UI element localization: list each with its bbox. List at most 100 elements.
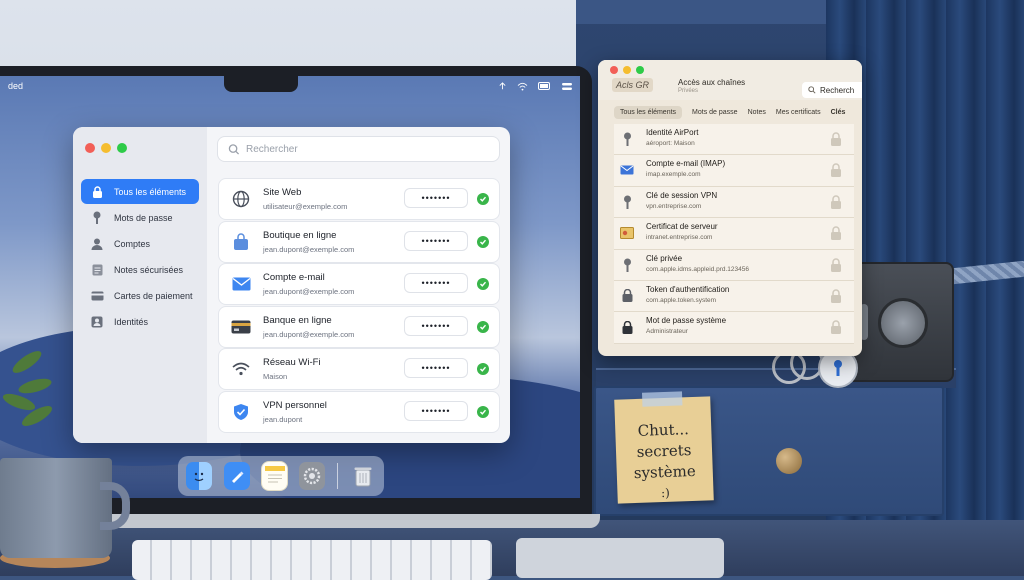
lock-icon	[90, 185, 104, 199]
minimize-button[interactable]	[623, 66, 631, 74]
item-title: VPN personnel	[263, 399, 327, 411]
wifi-icon[interactable]	[517, 82, 528, 91]
trackpad	[516, 538, 724, 578]
sidebar-item-payment-cards[interactable]: Cartes de paiement	[81, 283, 199, 308]
lock-icon	[831, 289, 841, 303]
keychain-item-detail: intranet.entreprise.com	[646, 234, 713, 242]
dock-separator	[337, 463, 339, 489]
keychain-search-input[interactable]: Recherch	[802, 82, 862, 98]
battery-icon[interactable]	[538, 81, 552, 90]
keychain-item[interactable]: Certificat de serveur intranet.entrepris…	[614, 218, 854, 250]
leaf	[9, 347, 45, 377]
tab-notes[interactable]: Notes	[748, 109, 766, 116]
zoom-button[interactable]	[117, 143, 127, 153]
tab-all-items[interactable]: Tous les éléments	[614, 106, 683, 119]
item-username: jean.dupont@exemple.com	[263, 287, 355, 297]
keychain-item[interactable]: Mot de passe système Administrateur	[614, 312, 854, 344]
item-title: Réseau Wi-Fi	[263, 357, 321, 369]
globe-icon	[231, 189, 251, 209]
tab-my-certificates[interactable]: Mes certificats	[776, 109, 821, 116]
menu-bar-status-icons	[498, 81, 572, 91]
search-input[interactable]: Rechercher	[218, 137, 499, 161]
certificate-icon	[620, 226, 634, 240]
sidebar-list: Tous les éléments Mots de passe Comptes …	[81, 179, 199, 335]
keychain-item[interactable]: Clé privée com.apple.idms.appleid.prd.12…	[614, 249, 854, 281]
zoom-button[interactable]	[636, 66, 644, 74]
item-title: Banque en ligne	[263, 314, 332, 326]
checkmark-icon	[477, 235, 489, 248]
sticky-line: :)	[660, 485, 671, 501]
keychain-item-title: Identité AirPort	[646, 128, 699, 137]
pen-app-icon[interactable]	[223, 462, 250, 490]
system-settings-icon[interactable]	[299, 462, 326, 490]
notes-icon[interactable]	[261, 462, 288, 490]
dock	[178, 456, 384, 496]
control-center-icon[interactable]	[562, 82, 572, 91]
keychain-item[interactable]: Clé de session VPN vpn.entreprise.com	[614, 186, 854, 219]
keyboard	[132, 540, 492, 580]
item-list: Site Web utilisateur@exemple.com •••••••…	[219, 179, 499, 435]
list-item-email-account[interactable]: Compte e-mail jean.dupont@exemple.com ••…	[219, 264, 499, 305]
list-item-online-bank[interactable]: Banque en ligne jean.dupont@exemple.com …	[219, 306, 499, 347]
list-item-online-shop[interactable]: Boutique en ligne jean.dupont@exemple.co…	[219, 221, 499, 262]
sidebar-item-secure-notes[interactable]: Notes sécurisées	[81, 257, 199, 282]
keychain-logo: Acls GR	[612, 78, 654, 92]
keychain-search-label: Recherch	[820, 85, 855, 95]
lock-icon	[831, 320, 841, 335]
keychain-item-detail: aéroport: Maison	[646, 140, 695, 147]
sidebar-item-identities[interactable]: Identités	[81, 309, 199, 334]
sidebar-item-all-items[interactable]: Tous les éléments	[81, 179, 199, 204]
close-button[interactable]	[85, 143, 95, 153]
search-placeholder: Rechercher	[246, 143, 298, 155]
finder-icon[interactable]	[186, 462, 212, 490]
sidebar-item-label: Comptes	[114, 238, 151, 249]
leaf	[17, 375, 53, 397]
password-field[interactable]: •••••••	[405, 232, 467, 250]
shopping-bag-icon	[231, 232, 251, 252]
keychain-subtitle: Privées	[678, 88, 699, 94]
list-item-wifi-network[interactable]: Réseau Wi-Fi Maison •••••••	[219, 349, 499, 390]
checkmark-icon	[477, 320, 489, 333]
safe-dial	[878, 298, 928, 348]
shield-check-icon	[231, 402, 251, 422]
keychain-item[interactable]: Compte e-mail (IMAP) imap.exemple.com	[614, 155, 854, 187]
keychain-item-list: Identité AirPort aéroport: Maison Compte…	[614, 124, 854, 344]
trash-icon[interactable]	[350, 462, 376, 490]
list-item-personal-vpn[interactable]: VPN personnel jean.dupont •••••••	[219, 391, 499, 432]
lock-icon	[831, 163, 841, 178]
item-title: Compte e-mail	[263, 272, 325, 284]
keychain-item-title: Compte e-mail (IMAP)	[646, 159, 726, 169]
key-icon	[620, 258, 634, 272]
window-controls	[610, 66, 644, 74]
keychain-item[interactable]: Token d'authentification com.apple.token…	[614, 280, 854, 313]
sidebar-item-label: Identités	[114, 316, 149, 327]
item-username: Maison	[263, 372, 288, 382]
envelope-icon	[620, 163, 634, 177]
tab-passwords[interactable]: Mots de passe	[692, 109, 738, 116]
close-button[interactable]	[610, 66, 618, 74]
lock-icon	[831, 195, 841, 209]
sidebar-item-label: Tous les éléments	[114, 186, 187, 197]
password-field[interactable]: •••••••	[405, 317, 467, 335]
list-item-website[interactable]: Site Web utilisateur@exemple.com •••••••	[219, 179, 499, 219]
password-field[interactable]: •••••••	[405, 402, 467, 420]
item-title: Boutique en ligne	[263, 229, 337, 241]
plant	[0, 336, 60, 436]
upload-icon[interactable]	[498, 81, 507, 91]
key-icon	[620, 132, 634, 146]
keychain-item-detail: com.apple.idms.appleid.prd.123456	[646, 265, 749, 273]
password-field[interactable]: •••••••	[405, 359, 467, 377]
tab-keys[interactable]: Clés	[831, 109, 846, 116]
keychain-item-title: Mot de passe système	[646, 316, 727, 326]
mug	[0, 458, 112, 558]
sidebar-item-accounts[interactable]: Comptes	[81, 231, 199, 256]
minimize-button[interactable]	[101, 143, 111, 153]
password-field[interactable]: •••••••	[405, 274, 467, 292]
sidebar-item-passwords[interactable]: Mots de passe	[81, 205, 199, 230]
keychain-item-detail: vpn.entreprise.com	[646, 202, 702, 210]
keychain-window: Acls GR Accès aux chaînes Privées Recher…	[598, 60, 862, 356]
item-username: jean.dupont@exemple.com	[263, 329, 355, 339]
checkmark-icon	[477, 278, 489, 291]
password-field[interactable]: •••••••	[405, 189, 467, 207]
keychain-item[interactable]: Identité AirPort aéroport: Maison	[614, 124, 854, 156]
